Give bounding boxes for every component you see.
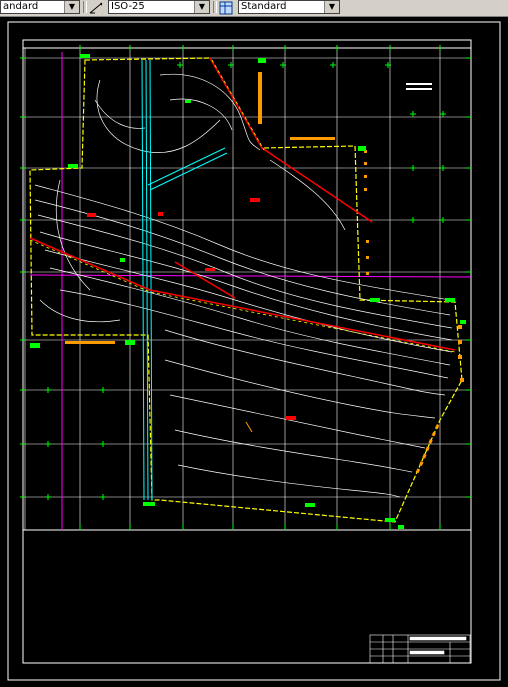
chevron-down-icon[interactable]: ▼ <box>64 1 79 13</box>
toolbar-separator <box>83 1 87 13</box>
dim-style-value: ISO-25 <box>111 1 145 12</box>
legend-mark <box>406 88 432 90</box>
contour-lines <box>34 73 453 498</box>
outer-frame <box>7 21 501 681</box>
inner-frame <box>22 39 472 664</box>
toolbar-separator <box>213 1 217 13</box>
roads <box>29 57 456 351</box>
text-style-value: andard <box>3 1 39 12</box>
styles-toolbar: andard ▼ ISO-25 ▼ Standard ▼ <box>0 0 508 17</box>
drawing-canvas[interactable] <box>0 17 508 683</box>
magenta-line <box>29 274 472 278</box>
table-style-value: Standard <box>241 1 287 12</box>
chevron-down-icon[interactable]: ▼ <box>324 1 339 13</box>
table-style-dropdown[interactable]: Standard ▼ <box>238 0 340 14</box>
text-style-dropdown[interactable]: andard ▼ <box>0 0 80 14</box>
site-boundary <box>29 57 463 523</box>
dimension-style-icon[interactable] <box>88 0 104 14</box>
legend-mark <box>406 83 432 85</box>
title-block <box>369 634 471 664</box>
chevron-down-icon[interactable]: ▼ <box>194 1 209 13</box>
dim-style-dropdown[interactable]: ISO-25 ▼ <box>108 0 210 14</box>
coordinate-grid <box>23 48 471 530</box>
table-style-icon[interactable] <box>218 0 234 15</box>
